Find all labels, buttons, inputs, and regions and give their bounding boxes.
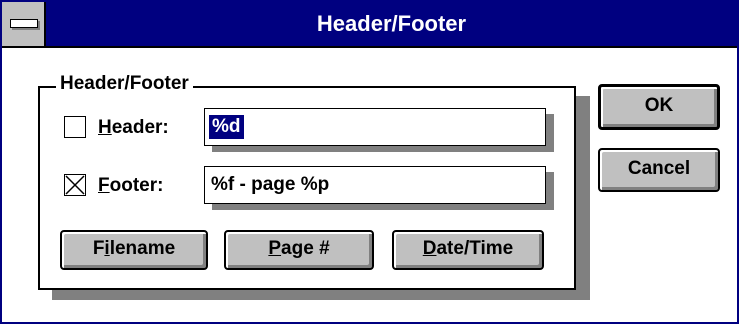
footer-label-accelerator: F	[98, 175, 110, 196]
footer-label: Footer:	[98, 174, 163, 198]
filename-button-label-pre: F	[92, 238, 105, 259]
footer-input-value: %f - page %p	[211, 174, 330, 195]
header-label-accelerator: H	[98, 117, 112, 138]
window-title: Header/Footer	[316, 11, 467, 36]
header-label-text: eader:	[111, 117, 169, 138]
date-time-button-label: ate/Time	[436, 238, 514, 259]
header-input-value: %d	[209, 115, 244, 139]
filename-button[interactable]: Filename	[60, 230, 208, 270]
page-number-button-label: age #	[281, 238, 330, 259]
footer-label-text: ooter:	[109, 175, 164, 196]
header-input[interactable]: %d	[204, 108, 546, 146]
cancel-button[interactable]: Cancel	[598, 148, 720, 192]
date-time-button-accelerator: D	[422, 238, 437, 259]
group-box-label: Header/Footer	[56, 72, 193, 96]
filename-button-label-post: lename	[109, 238, 176, 259]
ok-button[interactable]: OK	[598, 84, 720, 130]
header-checkbox[interactable]	[64, 116, 86, 138]
checkbox-cross-icon	[65, 175, 85, 195]
system-menu-button[interactable]	[2, 2, 46, 46]
header-label: Header:	[98, 116, 169, 140]
header-footer-dialog: Header/Footer Header/Footer Header: %d F…	[0, 0, 739, 324]
title-bar: Header/Footer	[2, 2, 737, 48]
date-time-button[interactable]: Date/Time	[392, 230, 544, 270]
footer-input[interactable]: %f - page %p	[204, 166, 546, 204]
footer-checkbox[interactable]	[64, 174, 86, 196]
page-number-button-accelerator: P	[268, 238, 282, 259]
page-number-button[interactable]: Page #	[224, 230, 374, 270]
system-menu-icon	[10, 19, 38, 28]
